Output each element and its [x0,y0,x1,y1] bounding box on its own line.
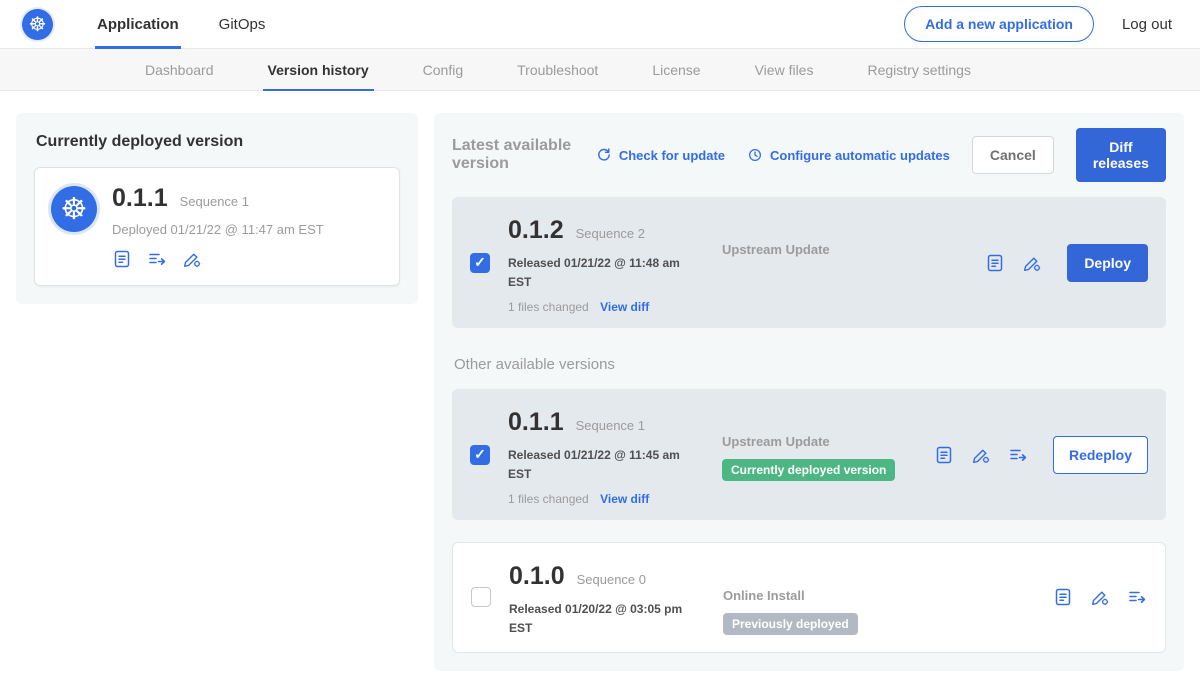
cancel-button[interactable]: Cancel [972,136,1054,174]
latest-version-panel: Latest available version Check for updat… [434,113,1184,671]
edit-config-icon[interactable] [1090,587,1110,607]
sequence-label: Sequence 0 [577,572,646,587]
clock-icon [747,147,763,163]
version-source-label: Upstream Update [722,434,934,449]
version-number: 0.1.2 [508,216,564,245]
currently-deployed-badge: Currently deployed version [722,459,895,481]
top-tab-application[interactable]: Application [95,0,181,49]
version-row: 0.1.2 Sequence 2 Released 01/21/22 @ 11:… [452,197,1166,328]
version-row: 0.1.1 Sequence 1 Released 01/21/22 @ 11:… [452,389,1166,520]
other-versions-label: Other available versions [454,356,1164,373]
latest-version-header: Latest available version Check for updat… [452,128,1166,182]
tab-config[interactable]: Config [396,49,490,91]
release-notes-icon[interactable] [985,253,1005,273]
latest-version-title: Latest available version [452,137,574,173]
tab-version-history[interactable]: Version history [241,49,396,91]
version-row: 0.1.0 Sequence 0 Released 01/20/22 @ 03:… [452,542,1166,652]
tab-troubleshoot[interactable]: Troubleshoot [490,49,625,91]
sequence-label: Sequence 2 [576,226,645,241]
version-checkbox[interactable] [471,587,491,607]
files-changed-label: 1 files changed [508,492,589,506]
edit-config-icon[interactable] [971,445,991,465]
app-subnav: Dashboard Version history Config Trouble… [0,49,1200,91]
deployed-version-number: 0.1.1 [112,184,168,213]
app-kubernetes-icon: ☸ [51,186,97,232]
deploy-logs-icon[interactable] [1127,587,1147,607]
refresh-icon [596,147,612,163]
currently-deployed-title: Currently deployed version [36,133,400,151]
version-source-label: Online Install [723,588,1053,603]
deploy-logs-icon[interactable] [1008,445,1028,465]
configure-auto-updates-link[interactable]: Configure automatic updates [747,147,950,163]
tab-registry-settings[interactable]: Registry settings [840,49,997,91]
deployed-sequence-label: Sequence 1 [180,194,249,209]
deploy-logs-icon[interactable] [147,249,167,269]
tab-dashboard[interactable]: Dashboard [118,49,241,91]
redeploy-button[interactable]: Redeploy [1053,436,1148,474]
currently-deployed-panel: Currently deployed version ☸ 0.1.1 Seque… [16,113,418,304]
version-number: 0.1.0 [509,562,565,591]
release-notes-icon[interactable] [934,445,954,465]
files-changed-label: 1 files changed [508,300,589,314]
diff-releases-button[interactable]: Diff releases [1076,128,1166,182]
released-timestamp: Released 01/21/22 @ 11:48 am EST [508,254,690,291]
released-timestamp: Released 01/20/22 @ 03:05 pm EST [509,600,691,637]
kubernetes-logo-icon: ☸ [22,9,53,40]
deployed-timestamp: Deployed 01/21/22 @ 11:47 am EST [112,222,324,237]
previously-deployed-badge: Previously deployed [723,613,858,635]
sequence-label: Sequence 1 [576,418,645,433]
view-diff-link[interactable]: View diff [600,300,649,314]
version-checkbox[interactable] [470,253,490,273]
released-timestamp: Released 01/21/22 @ 11:45 am EST [508,446,690,483]
version-source-label: Upstream Update [722,242,985,257]
tab-license[interactable]: License [625,49,727,91]
version-checkbox[interactable] [470,445,490,465]
edit-config-icon[interactable] [1022,253,1042,273]
main-content: Currently deployed version ☸ 0.1.1 Seque… [0,91,1200,693]
top-navbar: ☸ Application GitOps Add a new applicati… [0,0,1200,49]
release-notes-icon[interactable] [112,249,132,269]
top-tab-gitops[interactable]: GitOps [217,0,268,49]
add-new-application-button[interactable]: Add a new application [904,6,1094,42]
view-diff-link[interactable]: View diff [600,492,649,506]
logout-link[interactable]: Log out [1122,16,1172,33]
tab-view-files[interactable]: View files [728,49,841,91]
deployed-version-card: ☸ 0.1.1 Sequence 1 Deployed 01/21/22 @ 1… [34,167,400,286]
version-number: 0.1.1 [508,408,564,437]
deploy-button[interactable]: Deploy [1067,244,1148,282]
edit-config-icon[interactable] [182,249,202,269]
check-for-update-link[interactable]: Check for update [596,147,725,163]
release-notes-icon[interactable] [1053,587,1073,607]
